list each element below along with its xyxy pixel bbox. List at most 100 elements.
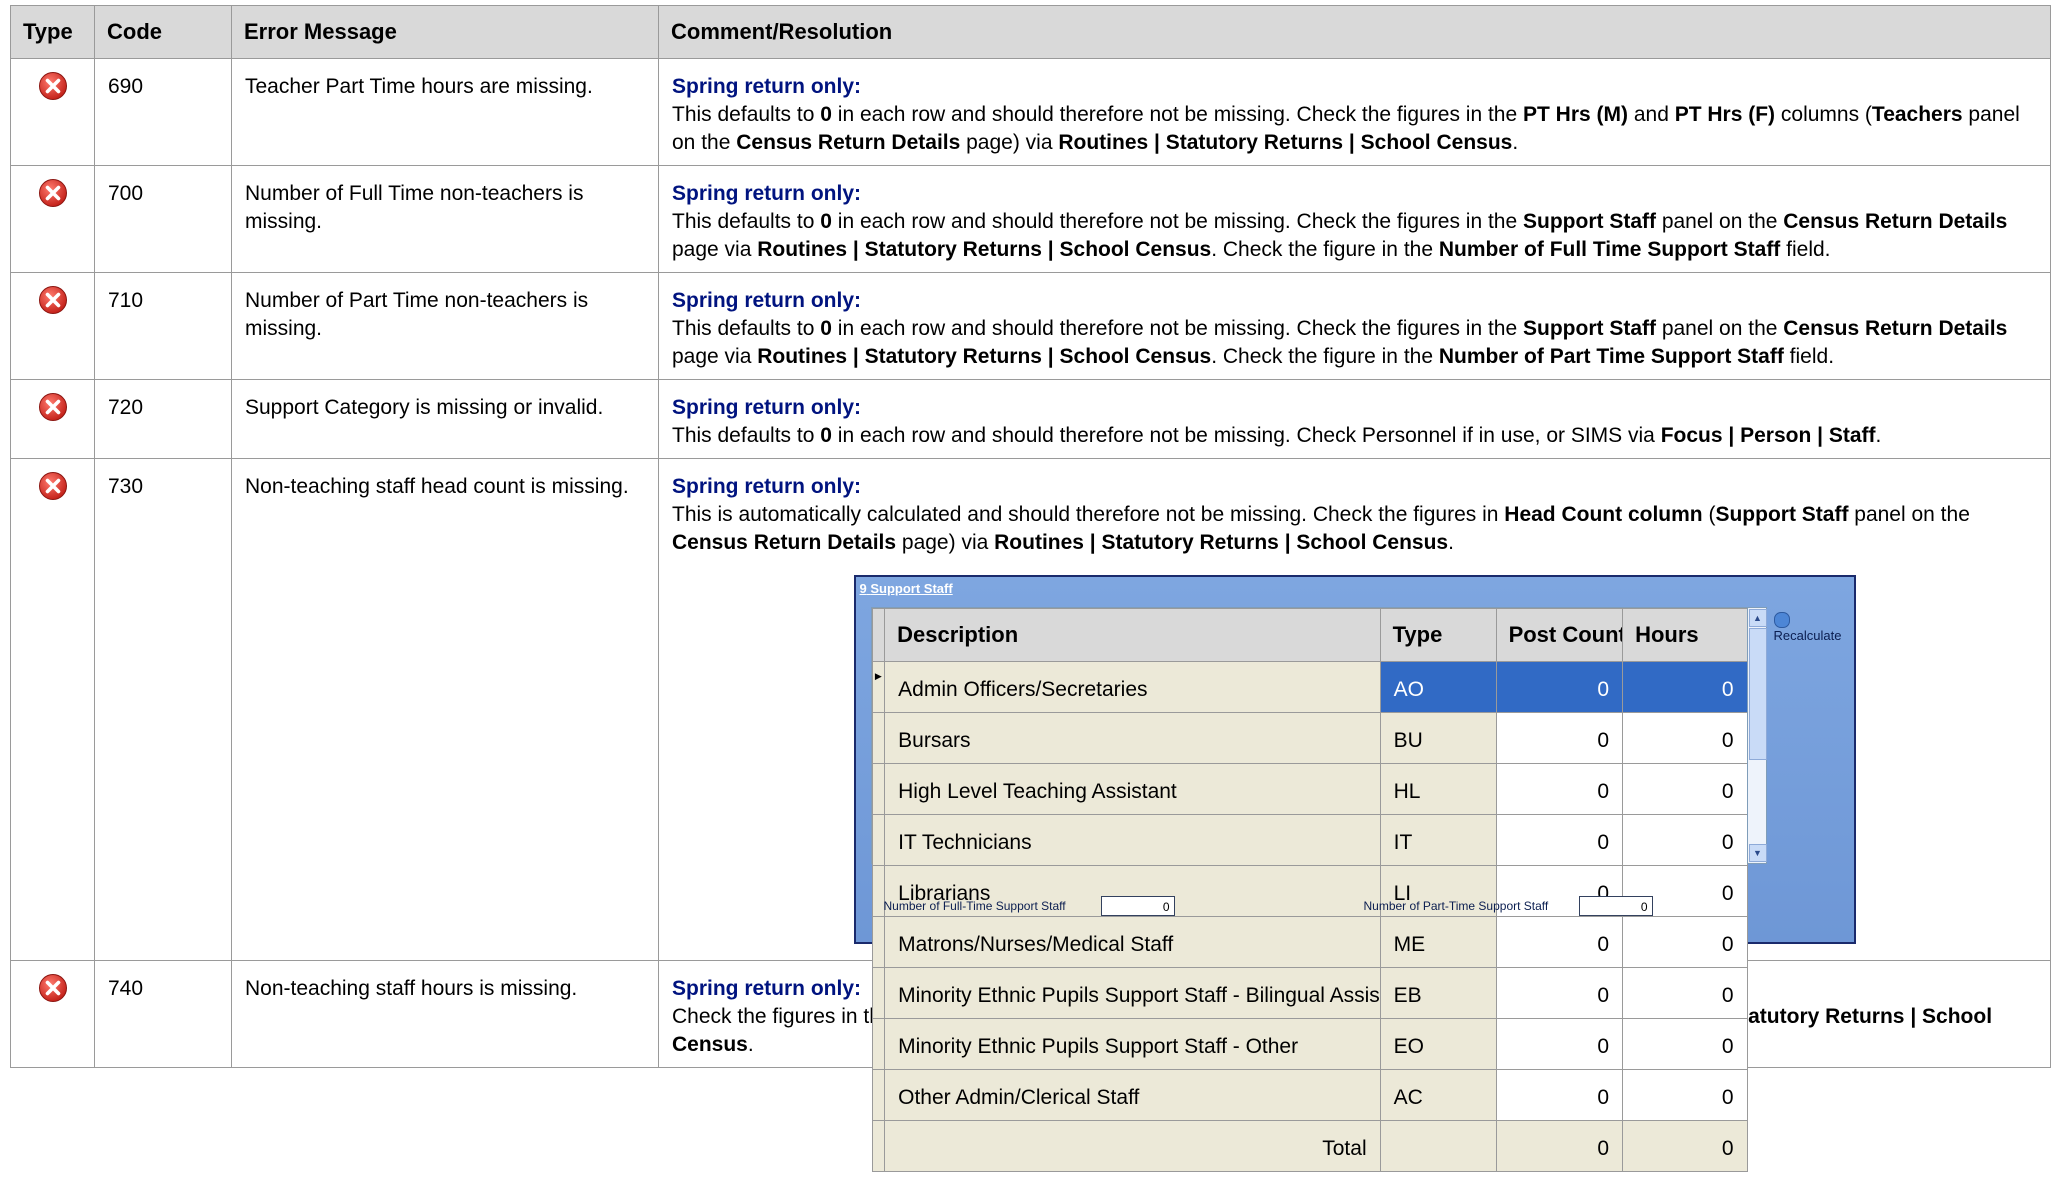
comment-segment: Routines | Statutory Returns | School Ce…	[1058, 131, 1513, 154]
grid-cell-post-count[interactable]: 0	[1495, 661, 1624, 713]
grid-cell-hours[interactable]: 0	[1622, 916, 1748, 968]
grid-cell-post-count[interactable]: 0	[1495, 712, 1624, 764]
comment-segment: .	[747, 1033, 754, 1056]
grid-cell-type: EO	[1379, 1018, 1497, 1070]
grid-cell-description: Bursars	[884, 712, 1381, 764]
row-selector-icon	[871, 1069, 886, 1121]
comment-segment: panel on the	[1655, 317, 1784, 340]
comment-segment: Routines | Statutory Returns | School Ce…	[757, 238, 1212, 261]
header-error-message: Error Message	[231, 5, 659, 59]
grid-cell-type: BU	[1379, 712, 1497, 764]
grid-cell-hours[interactable]: 0	[1622, 763, 1748, 815]
comment-segment: This is automatically calculated and sho…	[672, 503, 1505, 526]
grid-row[interactable]: ▶ Admin Officers/Secretaries AO 0 0	[871, 661, 1748, 713]
comment-segment: Census Return Details	[1783, 210, 2008, 233]
table-row-700: 700 Number of Full Time non-teachers is …	[10, 165, 2051, 273]
grid-cell-hours[interactable]: 0	[1622, 814, 1748, 866]
grid-cell-post-count[interactable]: 0	[1495, 1069, 1624, 1121]
grid-vertical-scrollbar[interactable]: ▲ ▼	[1746, 607, 1767, 864]
row-selector-icon	[871, 1018, 886, 1070]
table-row-710: 710 Number of Part Time non-teachers is …	[10, 272, 2051, 380]
grid-row[interactable]: Minority Ethnic Pupils Support Staff - B…	[871, 967, 1748, 1019]
comment-text: This defaults to 0 in each row and shoul…	[672, 103, 2020, 154]
code-cell: 720	[94, 379, 232, 459]
grid-header-description[interactable]: Description	[884, 608, 1381, 662]
row-selector-icon	[871, 712, 886, 764]
grid-cell-type: EB	[1379, 967, 1497, 1019]
row-selector-icon	[871, 916, 886, 968]
grid-cell-type: IT	[1379, 814, 1497, 866]
comment-segment: (	[1702, 503, 1716, 526]
grid-cell-post-count[interactable]: 0	[1495, 814, 1624, 866]
grid-cell-description: Minority Ethnic Pupils Support Staff - B…	[884, 967, 1381, 1019]
part-time-support-staff-field[interactable]: 0	[1578, 896, 1653, 916]
header-code: Code	[94, 5, 232, 59]
spring-return-heading: Spring return only:	[672, 289, 861, 312]
grid-row[interactable]: High Level Teaching Assistant HL 0 0	[871, 763, 1748, 815]
grid-row[interactable]: IT Technicians IT 0 0	[871, 814, 1748, 866]
comment-segment: page) via	[896, 531, 995, 554]
grid-cell-description: High Level Teaching Assistant	[884, 763, 1381, 815]
comment-segment: Census Return Details	[672, 531, 897, 554]
comment-text: This defaults to 0 in each row and shoul…	[672, 424, 1881, 447]
panel-title-text: Support Staff	[870, 581, 953, 596]
comment-segment: and	[1628, 103, 1675, 126]
comment-segment: in each row and should therefore not be …	[831, 424, 1661, 447]
support-staff-screenshot-wrap: 9 Support Staff Description Type Post Co…	[672, 557, 2037, 1172]
error-icon	[38, 472, 67, 500]
grid-cell-hours[interactable]: 0	[1622, 712, 1748, 764]
type-cell	[10, 379, 95, 459]
grid-cell-hours[interactable]: 0	[1622, 661, 1748, 713]
total-label: Total	[884, 1120, 1381, 1172]
type-cell	[10, 458, 95, 961]
table-row-730: 730 Non-teaching staff head count is mis…	[10, 458, 2051, 1172]
grid-cell-description: Matrons/Nurses/Medical Staff	[884, 916, 1381, 968]
grid-cell-post-count[interactable]: 0	[1495, 763, 1624, 815]
grid-header-type[interactable]: Type	[1379, 608, 1497, 662]
scroll-thumb[interactable]	[1748, 628, 1767, 760]
code-cell: 690	[94, 58, 232, 166]
row-selector-icon	[871, 763, 886, 815]
grid-cell-hours[interactable]: 0	[1622, 1018, 1748, 1070]
comment-segment: Head Count column	[1504, 503, 1703, 526]
grid-cell-description: IT Technicians	[884, 814, 1381, 866]
grid-cell-post-count[interactable]: 0	[1495, 1018, 1624, 1070]
scroll-down-icon[interactable]: ▼	[1748, 844, 1767, 862]
grid-cell-post-count[interactable]: 0	[1495, 916, 1624, 968]
grid-cell-type: HL	[1379, 763, 1497, 815]
comment-segment: .	[1875, 424, 1882, 447]
comment-segment: 0	[820, 317, 832, 340]
row-selector-icon: ▶	[871, 661, 886, 713]
spring-return-heading: Spring return only:	[672, 75, 861, 98]
grid-row[interactable]: Bursars BU 0 0	[871, 712, 1748, 764]
grid-row[interactable]: Other Admin/Clerical Staff AC 0 0	[871, 1069, 1748, 1121]
grid-row[interactable]: Matrons/Nurses/Medical Staff ME 0 0	[871, 916, 1748, 968]
grid-cell-hours[interactable]: 0	[1622, 1069, 1748, 1121]
comment-segment: in each row and should therefore not be …	[831, 210, 1523, 233]
support-staff-grid: Description Type Post Count Hours ▶ Admin…	[870, 607, 1749, 1172]
comment-segment: PT Hrs (F)	[1674, 103, 1776, 126]
grid-row[interactable]: Minority Ethnic Pupils Support Staff - O…	[871, 1018, 1748, 1070]
comment-segment: 0	[820, 210, 832, 233]
comment-segment: in each row and should therefore not be …	[831, 317, 1523, 340]
table-row-720: 720 Support Category is missing or inval…	[10, 379, 2051, 459]
error-table: Type Code Error Message Comment/Resoluti…	[10, 5, 2051, 1172]
comment-segment: field.	[1783, 345, 1835, 368]
comment-segment: .	[1448, 531, 1454, 554]
full-time-support-staff-field[interactable]: 0	[1100, 896, 1175, 916]
comment-text: This is automatically calculated and sho…	[672, 503, 1970, 554]
comment-segment: Teachers	[1871, 103, 1963, 126]
comment-segment: . Check the figure in the	[1211, 345, 1439, 368]
comment-segment: field.	[1780, 238, 1831, 261]
header-type: Type	[10, 5, 95, 59]
comment-segment: Census Return Details	[736, 131, 961, 154]
grid-header-hours[interactable]: Hours	[1622, 608, 1748, 662]
grid-cell-post-count[interactable]: 0	[1495, 967, 1624, 1019]
grid-cell-hours[interactable]: 0	[1622, 967, 1748, 1019]
comment-segment: 0	[820, 103, 832, 126]
scroll-up-icon[interactable]: ▲	[1748, 609, 1767, 627]
comment-segment: Routines | Statutory Returns | School Ce…	[994, 531, 1449, 554]
message-cell: Non-teaching staff head count is missing…	[231, 458, 659, 961]
recalculate-button[interactable]: Recalculate	[1773, 611, 1854, 643]
grid-header-post-count[interactable]: Post Count	[1495, 608, 1624, 662]
